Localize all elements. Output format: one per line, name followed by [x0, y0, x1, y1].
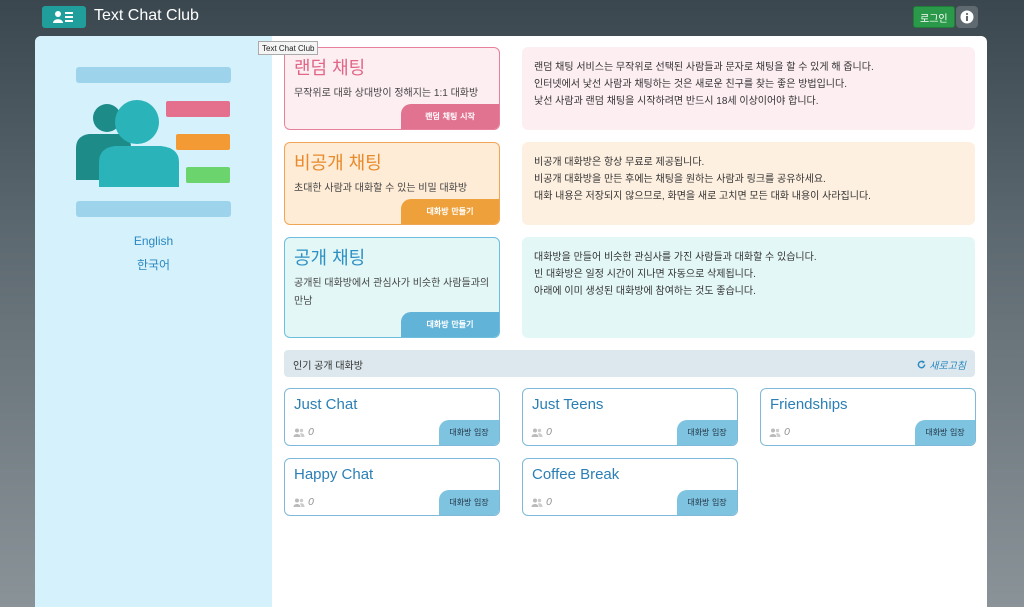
description-line: 아래에 이미 생성된 대화방에 참여하는 것도 좋습니다. — [534, 286, 756, 297]
create-private-room-button[interactable]: 대화방 만들기 — [401, 199, 499, 224]
private-chat-title: 비공개 채팅 — [294, 153, 382, 173]
enter-room-button[interactable]: 대화방 입장 — [439, 490, 499, 515]
private-chat-description: 비공개 대화방은 항상 무료로 제공됩니다. 비공개 대화방을 만든 후에는 채… — [522, 142, 975, 225]
description-line: 비공개 대화방은 항상 무료로 제공됩니다. — [534, 157, 705, 168]
info-icon — [960, 10, 974, 24]
chat-club-illustration-icon — [76, 67, 231, 217]
public-chat-description: 대화방을 만들어 비슷한 관심사를 가진 사람들과 대화할 수 있습니다. 빈 … — [522, 237, 975, 338]
room-card: Just Chat 0 대화방 입장 — [284, 388, 500, 446]
description-line: 낯선 사람과 랜덤 채팅을 시작하려면 반드시 18세 이상이어야 합니다. — [534, 96, 819, 107]
room-count: 0 — [308, 427, 315, 438]
users-icon — [531, 428, 543, 437]
room-card: Friendships 0 대화방 입장 — [760, 388, 976, 446]
room-count: 0 — [546, 497, 553, 508]
refresh-button[interactable]: 새로고침 — [917, 357, 966, 372]
description-line: 빈 대화방은 일정 시간이 지나면 자동으로 삭제됩니다. — [534, 269, 756, 280]
enter-room-button[interactable]: 대화방 입장 — [915, 420, 975, 445]
users-icon — [531, 498, 543, 507]
users-icon — [293, 428, 305, 437]
users-icon — [769, 428, 781, 437]
private-chat-subtitle: 초대한 사람과 대화할 수 있는 비밀 대화방 — [294, 183, 468, 194]
description-line: 대화 내용은 저장되지 않으므로, 화면을 새로 고치면 모든 대화 내용이 사… — [534, 191, 871, 202]
description-line: 인터넷에서 낯선 사람과 채팅하는 것은 새로운 친구를 찾는 좋은 방법입니다… — [534, 79, 847, 90]
main-panel: English 한국어 랜덤 채팅 무작위로 대화 상대방이 정해지는 1:1 … — [35, 36, 987, 607]
room-name: Just Chat — [294, 396, 358, 413]
room-count: 0 — [784, 427, 791, 438]
private-chat-card: 비공개 채팅 초대한 사람과 대화할 수 있는 비밀 대화방 대화방 만들기 — [284, 142, 500, 225]
description-line: 랜덤 채팅 서비스는 무작위로 선택된 사람들과 문자로 채팅을 할 수 있게 … — [534, 62, 874, 73]
room-name: Just Teens — [532, 396, 604, 413]
room-card: Happy Chat 0 대화방 입장 — [284, 458, 500, 516]
enter-room-button[interactable]: 대화방 입장 — [677, 490, 737, 515]
refresh-icon — [917, 360, 926, 369]
random-chat-description: 랜덤 채팅 서비스는 무작위로 선택된 사람들과 문자로 채팅을 할 수 있게 … — [522, 47, 975, 130]
room-count: 0 — [546, 427, 553, 438]
login-button[interactable]: 로그인 — [913, 6, 955, 28]
room-member-count: 0 — [293, 497, 314, 508]
room-member-count: 0 — [531, 427, 552, 438]
description-line: 대화방을 만들어 비슷한 관심사를 가진 사람들과 대화할 수 있습니다. — [534, 252, 817, 263]
info-button[interactable] — [956, 6, 978, 28]
public-chat-subtitle: 공개된 대화방에서 관심사가 비슷한 사람들과의 만남 — [294, 278, 490, 307]
popular-rooms-title: 인기 공개 대화방 — [293, 361, 363, 372]
room-member-count: 0 — [531, 497, 552, 508]
room-name: Coffee Break — [532, 466, 620, 483]
tooltip: Text Chat Club — [258, 41, 319, 55]
users-icon — [293, 498, 305, 507]
public-chat-card: 공개 채팅 공개된 대화방에서 관심사가 비슷한 사람들과의 만남 대화방 만들… — [284, 237, 500, 338]
app-title[interactable]: Text Chat Club — [94, 7, 199, 25]
random-chat-title: 랜덤 채팅 — [294, 58, 366, 78]
popular-rooms-header: 인기 공개 대화방 새로고침 — [284, 350, 975, 377]
room-card: Just Teens 0 대화방 입장 — [522, 388, 738, 446]
description-line: 비공개 대화방을 만든 후에는 채팅을 원하는 사람과 링크를 공유하세요. — [534, 174, 826, 185]
room-member-count: 0 — [769, 427, 790, 438]
top-bar: Text Chat Club 로그인 — [0, 0, 1024, 36]
language-korean-link[interactable]: 한국어 — [35, 256, 272, 273]
create-public-room-button[interactable]: 대화방 만들기 — [401, 312, 499, 337]
enter-room-button[interactable]: 대화방 입장 — [677, 420, 737, 445]
refresh-label: 새로고침 — [929, 361, 966, 372]
public-chat-title: 공개 채팅 — [294, 248, 366, 268]
random-chat-subtitle: 무작위로 대화 상대방이 정해지는 1:1 대화방 — [294, 88, 479, 99]
start-random-chat-button[interactable]: 랜덤 채팅 시작 — [401, 104, 499, 129]
sidebar: English 한국어 — [35, 36, 272, 607]
room-name: Friendships — [770, 396, 848, 413]
room-member-count: 0 — [293, 427, 314, 438]
enter-room-button[interactable]: 대화방 입장 — [439, 420, 499, 445]
language-english-link[interactable]: English — [35, 234, 272, 248]
room-card: Coffee Break 0 대화방 입장 — [522, 458, 738, 516]
room-count: 0 — [308, 497, 315, 508]
logo-icon[interactable] — [42, 6, 86, 28]
random-chat-card: 랜덤 채팅 무작위로 대화 상대방이 정해지는 1:1 대화방 랜덤 채팅 시작 — [284, 47, 500, 130]
room-name: Happy Chat — [294, 466, 374, 483]
